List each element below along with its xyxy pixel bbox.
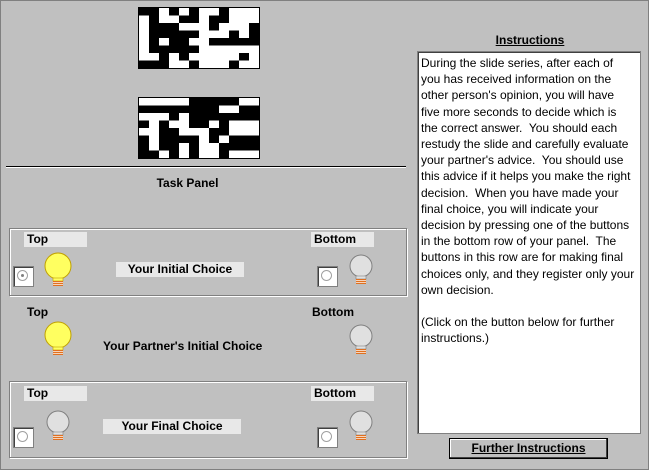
partner-choice-label: Your Partner's Initial Choice xyxy=(103,339,263,353)
final-bottom-label: Bottom xyxy=(311,386,374,401)
lightbulb-icon xyxy=(349,254,373,284)
initial-choice-top-radio[interactable] xyxy=(13,266,34,287)
checker-pattern-bottom xyxy=(139,98,259,158)
partner-top-label: Top xyxy=(27,305,49,319)
radio-dot xyxy=(17,431,28,442)
initial-choice-label: Your Initial Choice xyxy=(116,262,244,277)
instructions-text-area[interactable]: During the slide series, after each of y… xyxy=(417,51,641,434)
task-panel-title: Task Panel xyxy=(156,176,219,190)
final-choice-label: Your Final Choice xyxy=(103,419,241,434)
lightbulb-icon xyxy=(46,410,70,440)
partner-bottom-label: Bottom xyxy=(312,305,354,319)
pattern-slide-bottom xyxy=(138,97,260,159)
bottom-label: Bottom xyxy=(311,232,374,247)
checker-pattern-top xyxy=(139,8,259,68)
divider xyxy=(6,166,406,168)
instructions-text: During the slide series, after each of y… xyxy=(421,56,635,346)
final-choice-top-radio[interactable] xyxy=(13,427,34,448)
initial-choice-bottom-radio[interactable] xyxy=(317,266,338,287)
instructions-title: Instructions xyxy=(495,33,565,47)
top-label: Top xyxy=(24,232,87,247)
lightbulb-icon xyxy=(349,410,373,440)
radio-dot xyxy=(321,270,332,281)
radio-dot xyxy=(321,431,332,442)
pattern-slide-top xyxy=(138,7,260,69)
lightbulb-icon xyxy=(349,324,373,354)
final-top-label: Top xyxy=(24,386,87,401)
final-choice-bottom-radio[interactable] xyxy=(317,427,338,448)
radio-dot-selected xyxy=(17,270,28,281)
lightbulb-icon xyxy=(44,252,72,286)
further-instructions-button[interactable]: Further Instructions xyxy=(449,438,608,459)
lightbulb-icon xyxy=(44,321,72,355)
